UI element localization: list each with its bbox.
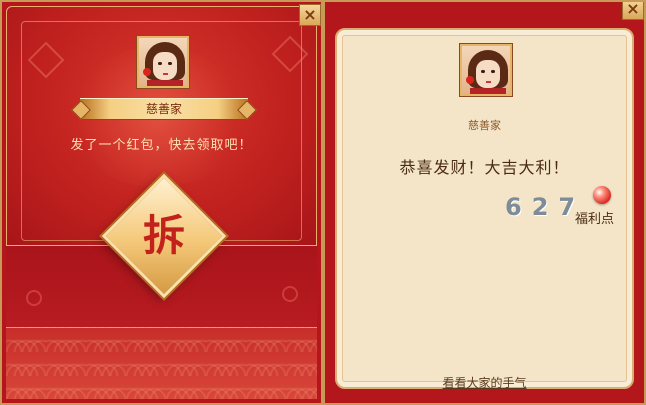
sender-name: 慈善家 <box>468 119 501 132</box>
congrats-text: 恭喜发财！大吉大利！ <box>399 158 570 177</box>
points-unit-label: 福利点 <box>575 212 615 227</box>
red-orb-icon <box>593 186 611 204</box>
envelope-message: 发了一个红包，快去领取吧！ <box>70 138 253 153</box>
coin-decoration <box>26 290 42 306</box>
cloud-pattern-band <box>6 327 317 399</box>
sender-avatar <box>460 44 512 96</box>
received-amount: 627 <box>505 193 586 221</box>
sender-name: 慈善家 <box>145 102 182 116</box>
sender-avatar <box>137 36 189 88</box>
close-button[interactable]: × <box>622 2 644 20</box>
view-everyone-luck-link[interactable]: 看看大家的手气 <box>325 374 644 391</box>
close-button[interactable]: × <box>299 4 321 26</box>
sender-name-banner: 慈善家 <box>80 98 248 120</box>
red-envelope-closed: × 慈善家 发了一个红包，快去领取吧！ 拆 <box>0 0 323 405</box>
coin-decoration <box>282 286 298 302</box>
